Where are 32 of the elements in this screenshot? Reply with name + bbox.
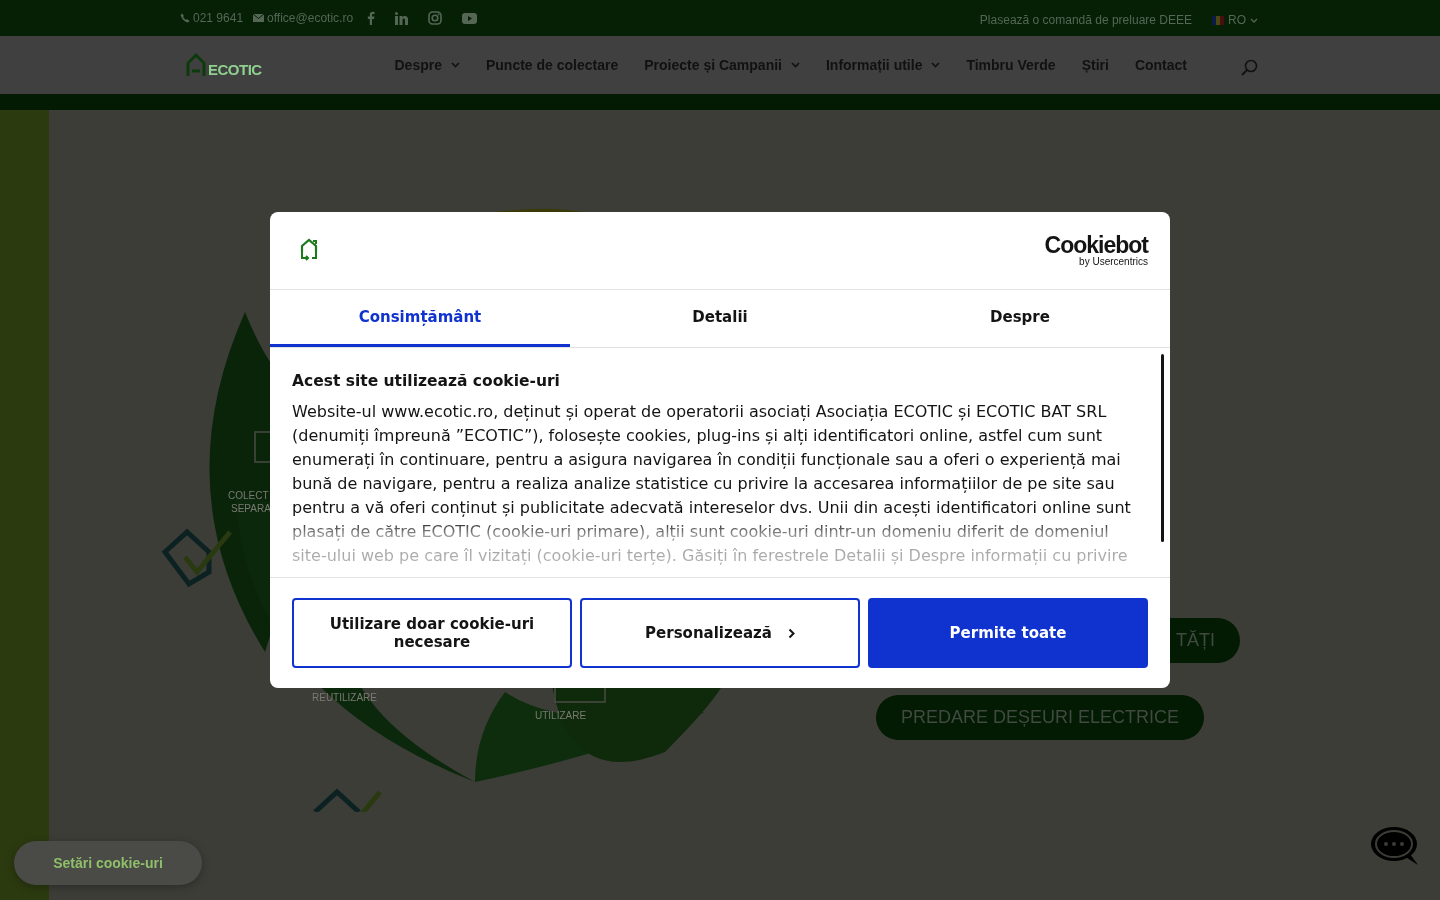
- instagram-icon[interactable]: [428, 11, 443, 25]
- consent-button[interactable]: Permite toate: [868, 598, 1148, 668]
- chevron-right-icon: [787, 627, 795, 639]
- dialog-tab[interactable]: Consimțământ: [270, 290, 570, 347]
- diagram-label: SEPARA: [231, 503, 271, 514]
- search-icon[interactable]: [1241, 58, 1258, 76]
- facebook-icon[interactable]: [367, 11, 376, 25]
- cookie-settings-button[interactable]: Setări cookie-uri: [14, 841, 202, 885]
- cookiebot-logo: Cookiebot by Usercentrics: [1044, 234, 1148, 267]
- caret-icon: [1250, 17, 1258, 23]
- diagram-label: UTILIZARE: [535, 710, 587, 721]
- email-link[interactable]: office@ecotic.ro: [253, 11, 354, 25]
- dialog-tab[interactable]: Despre: [870, 290, 1170, 347]
- language-selector[interactable]: RO: [1212, 13, 1258, 27]
- hero-button[interactable]: PREDARE DEȘEURI ELECTRICE: [876, 695, 1205, 740]
- flag-icon: [1212, 15, 1224, 25]
- consent-button[interactable]: Personalizează: [580, 598, 860, 668]
- chat-bubble-icon[interactable]: [1370, 826, 1420, 866]
- youtube-icon[interactable]: [462, 12, 478, 24]
- envelope-icon: [253, 14, 265, 22]
- diagram-label: COLECT: [228, 490, 269, 501]
- consent-button[interactable]: Utilizare doar cookie-uri necesare: [292, 598, 572, 668]
- dialog-tab[interactable]: Detalii: [570, 290, 870, 347]
- ecotic-logo[interactable]: ECOTIC: [184, 52, 262, 78]
- phone-icon: [180, 13, 190, 23]
- pickup-order-link[interactable]: Plasează o comandă de preluare DEEE: [979, 13, 1192, 27]
- scrollbar-thumb[interactable]: [1161, 354, 1164, 542]
- consent-text: Website-ul www.ecotic.ro, deținut și operat de operatorii asociați Asociația ECOTIC și ECOTIC BAT SRL (denumiți împreună ”ECOTIC”), folosește cookies, plug-ins și alți identificatori online, astfel cum sunt enumerați în continuare, pentru a asigura navigarea în condiții funcționale sau a oferi o experiență mai bună de navigare, pentru a realiza analize statistice cu privire la accesarea informațiilor de pe site sau pentru a vă oferi conținut și publicitate adecvată intereselor dvs. Unii din acești identificatori online sunt plasați de către ECOTIC (cookie-uri primare), alții sunt cookie-uri dintr-un domeniu diferit de domeniul site-ului web pe care îl vizitați (cookie-uri terțe). Găsiți în ferestrele Detalii și Despre informații cu privire: [292, 401, 1132, 567]
- diagram-label: REUTILIZARE: [312, 692, 377, 703]
- dialog-heading: Acest site utilizează cookie-uri: [292, 372, 561, 390]
- linkedin-icon[interactable]: [395, 11, 409, 25]
- phone-number: 021 9641: [180, 11, 244, 25]
